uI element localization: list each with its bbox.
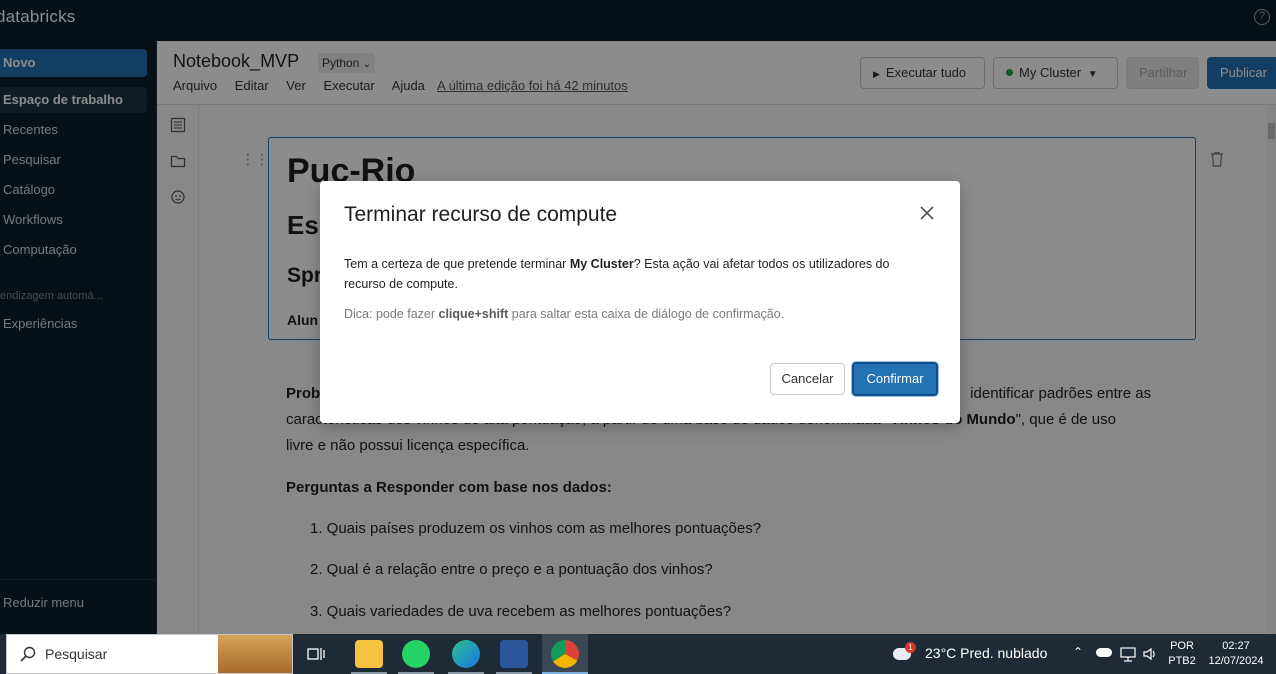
hint-shortcut: clique+shift [438, 307, 509, 321]
weather-badge: 1 [905, 642, 916, 653]
clock[interactable]: 02:27 12/07/2024 [1203, 639, 1269, 669]
network-icon[interactable] [1119, 645, 1137, 663]
input-language[interactable]: POR PTB2 [1164, 639, 1200, 669]
file-explorer-icon[interactable] [355, 640, 383, 668]
task-view-icon[interactable] [307, 645, 325, 663]
confirm-button[interactable]: Confirmar [852, 362, 938, 396]
clock-time: 02:27 [1222, 640, 1250, 652]
word-icon[interactable] [500, 640, 528, 668]
dialog-message: Tem a certeza de que pretende terminar M… [344, 254, 934, 294]
search-highlight-image[interactable] [218, 635, 292, 673]
search-icon [20, 646, 36, 662]
weather-text[interactable]: 23°C Pred. nublado [925, 645, 1047, 661]
dialog-cluster-name: My Cluster [569, 257, 634, 271]
keyboard-layout: PTB2 [1168, 655, 1196, 667]
cancel-button[interactable]: Cancelar [770, 363, 845, 395]
close-icon[interactable] [919, 205, 935, 221]
onedrive-icon[interactable] [1096, 648, 1112, 657]
edge-icon[interactable] [452, 640, 480, 668]
clock-date: 12/07/2024 [1208, 655, 1264, 667]
whatsapp-icon[interactable] [402, 640, 430, 668]
dialog-message-prefix: Tem a certeza de que pretende terminar [344, 257, 570, 271]
chevron-up-icon[interactable]: ⌃ [1073, 645, 1083, 659]
weather-icon[interactable]: 1 [893, 642, 917, 666]
dialog-title: Terminar recurso de compute [344, 203, 618, 226]
terminate-compute-dialog: Terminar recurso de compute Tem a certez… [320, 181, 960, 423]
hint-suffix: para saltar esta caixa de diálogo de con… [508, 307, 785, 321]
dialog-hint: Dica: pode fazer clique+shift para salta… [344, 307, 784, 321]
chrome-icon [551, 640, 579, 668]
volume-icon[interactable] [1142, 645, 1160, 663]
language-code: POR [1170, 640, 1194, 652]
chrome-active-tile[interactable] [542, 634, 588, 674]
hint-prefix: Dica: pode fazer [344, 307, 439, 321]
taskbar-search-placeholder: Pesquisar [45, 646, 108, 662]
windows-taskbar: Pesquisar 1 23°C Pred. nublado ⌃ POR PTB… [0, 634, 1276, 674]
